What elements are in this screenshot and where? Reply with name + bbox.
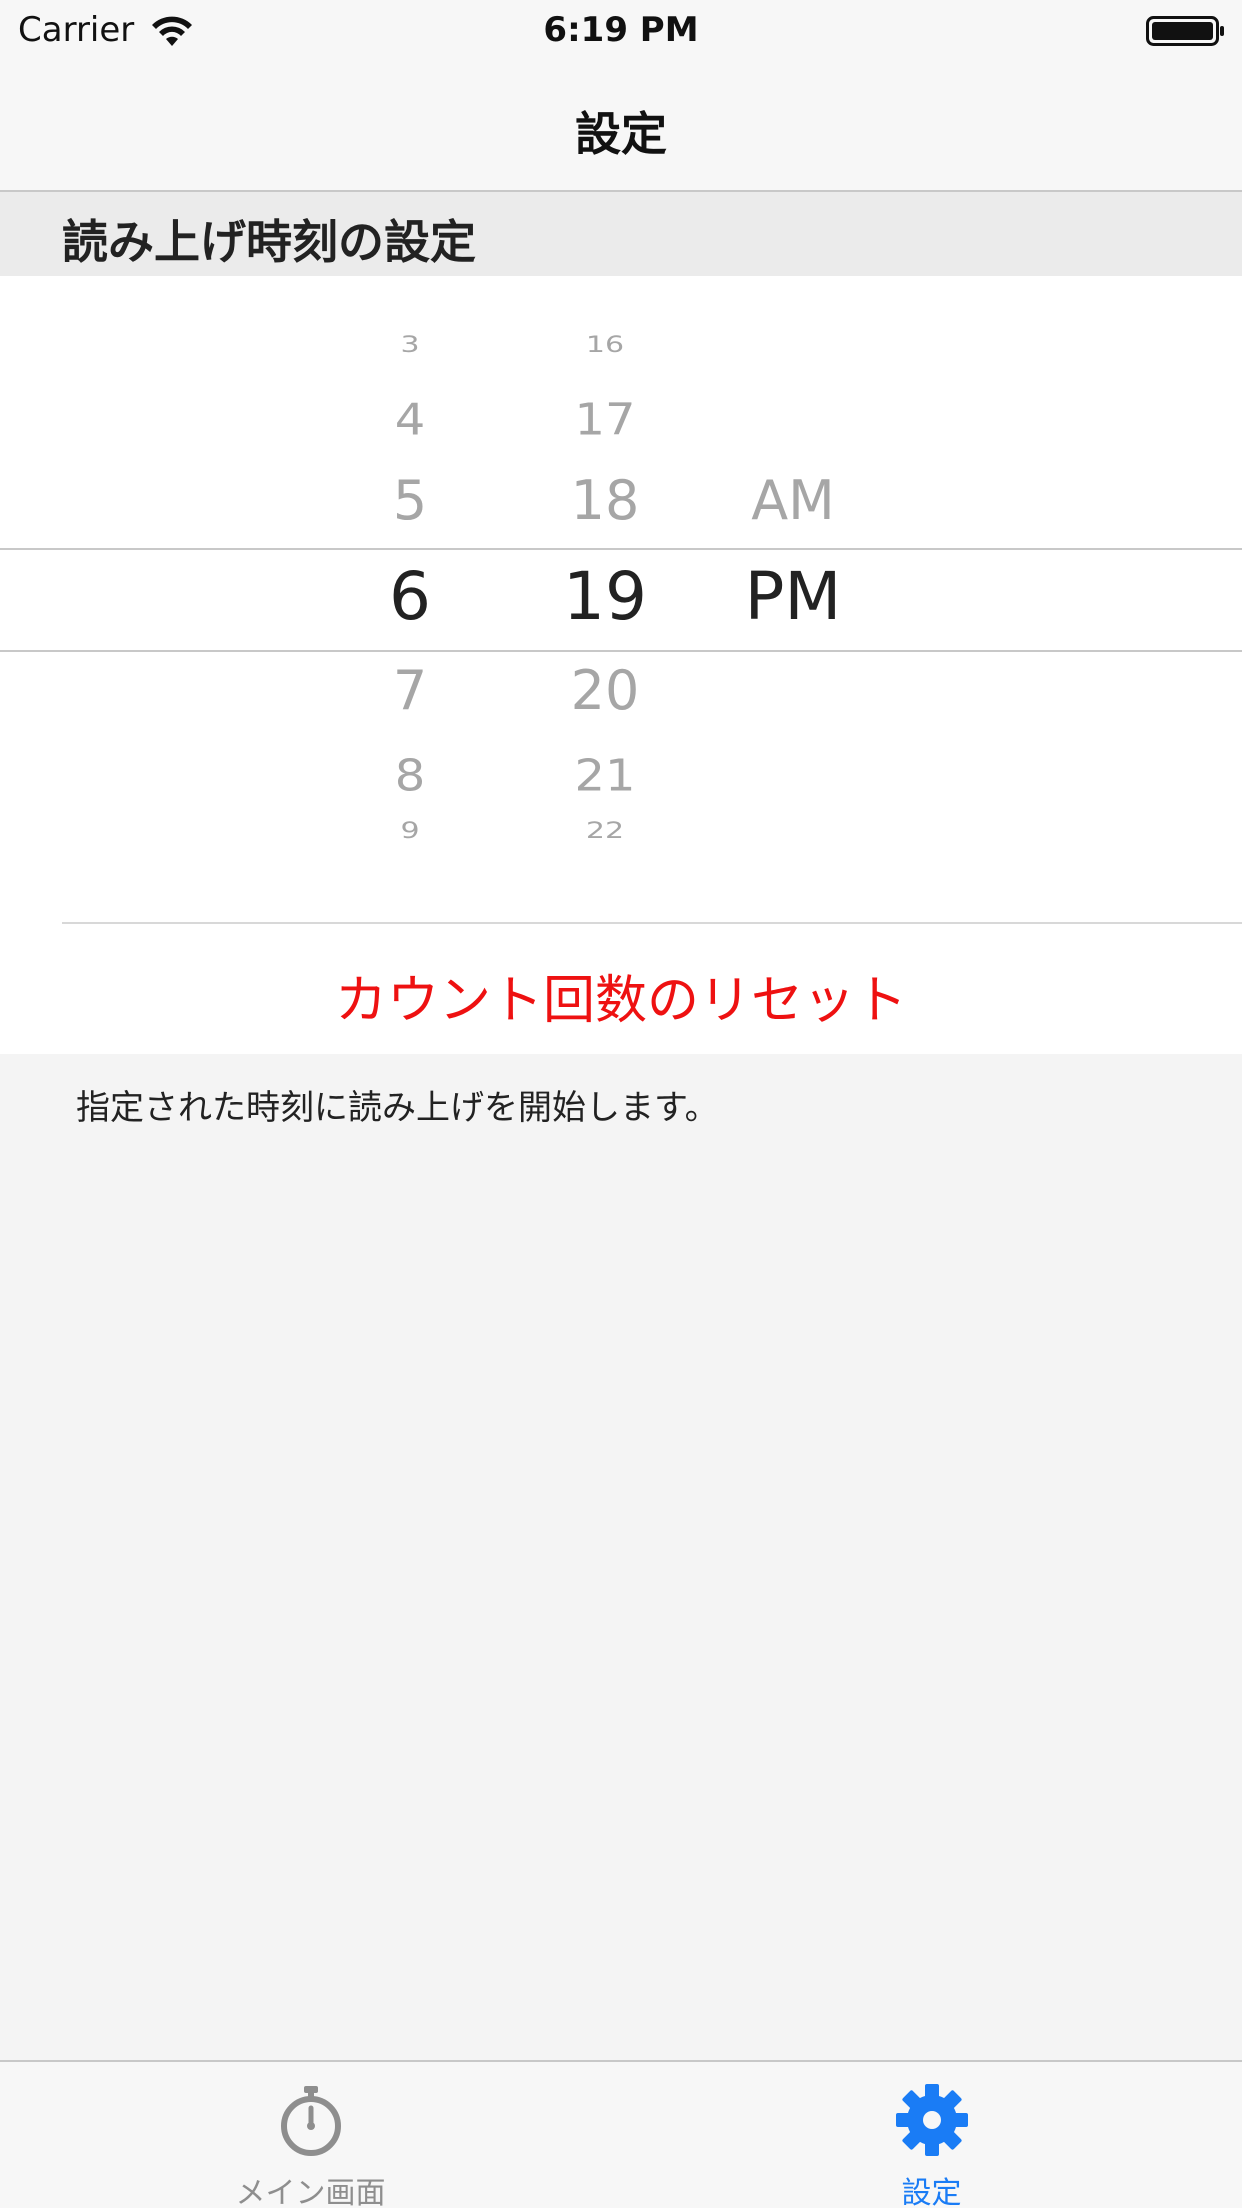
hour-wheel[interactable]: 3 4 5 6 7 8 9	[320, 276, 500, 924]
minute-option[interactable]: 22	[515, 819, 695, 843]
hour-selected[interactable]: 6	[320, 564, 500, 630]
hour-option[interactable]: 9	[320, 819, 500, 843]
battery-icon	[1146, 16, 1224, 46]
reset-count-label: カウント回数のリセット	[334, 971, 907, 1031]
section-footer-note: 指定された時刻に読み上げを開始します。	[76, 1088, 719, 1128]
time-picker[interactable]: 3 4 5 6 7 8 9 16 17 18 19 20 21 22 AM PM	[0, 276, 1242, 924]
ampm-selected[interactable]: PM	[703, 564, 883, 630]
tab-main-screen[interactable]: メイン画面	[0, 2062, 621, 2208]
hour-option[interactable]: 5	[320, 474, 500, 528]
status-bar: Carrier 6:19 PM	[0, 0, 1242, 62]
minute-selected[interactable]: 19	[515, 564, 695, 630]
page-title: 設定	[575, 107, 667, 161]
section-title: 読み上げ時刻の設定	[62, 215, 476, 269]
section-header: 読み上げ時刻の設定	[0, 192, 1242, 276]
minute-option[interactable]: 16	[515, 333, 695, 357]
ampm-wheel[interactable]: AM PM	[703, 276, 883, 924]
minute-option[interactable]: 20	[515, 664, 695, 718]
ampm-option[interactable]: AM	[703, 474, 883, 528]
hour-option[interactable]: 8	[320, 754, 500, 797]
minute-wheel[interactable]: 16 17 18 19 20 21 22	[515, 276, 695, 924]
minute-option[interactable]: 17	[515, 398, 695, 441]
settings-screen: Carrier 6:19 PM 設定 読み上げ時刻の設定 3 4 5 6 7 8	[0, 0, 1242, 2208]
tab-label: 設定	[901, 2176, 962, 2208]
tab-label: メイン画面	[235, 2176, 386, 2208]
hour-option[interactable]: 4	[320, 398, 500, 441]
navigation-bar: 設定	[0, 62, 1242, 192]
tab-settings[interactable]: 設定	[621, 2062, 1242, 2208]
hour-option[interactable]: 7	[320, 664, 500, 718]
stopwatch-icon	[280, 2086, 341, 2156]
minute-option[interactable]: 21	[515, 754, 695, 797]
gear-icon	[895, 2084, 968, 2156]
hour-option[interactable]: 3	[320, 333, 500, 357]
minute-option[interactable]: 18	[515, 474, 695, 528]
status-time: 6:19 PM	[543, 10, 699, 50]
tab-bar: メイン画面 設定	[0, 2060, 1242, 2208]
reset-count-button[interactable]: カウント回数のリセット	[0, 924, 1242, 1054]
